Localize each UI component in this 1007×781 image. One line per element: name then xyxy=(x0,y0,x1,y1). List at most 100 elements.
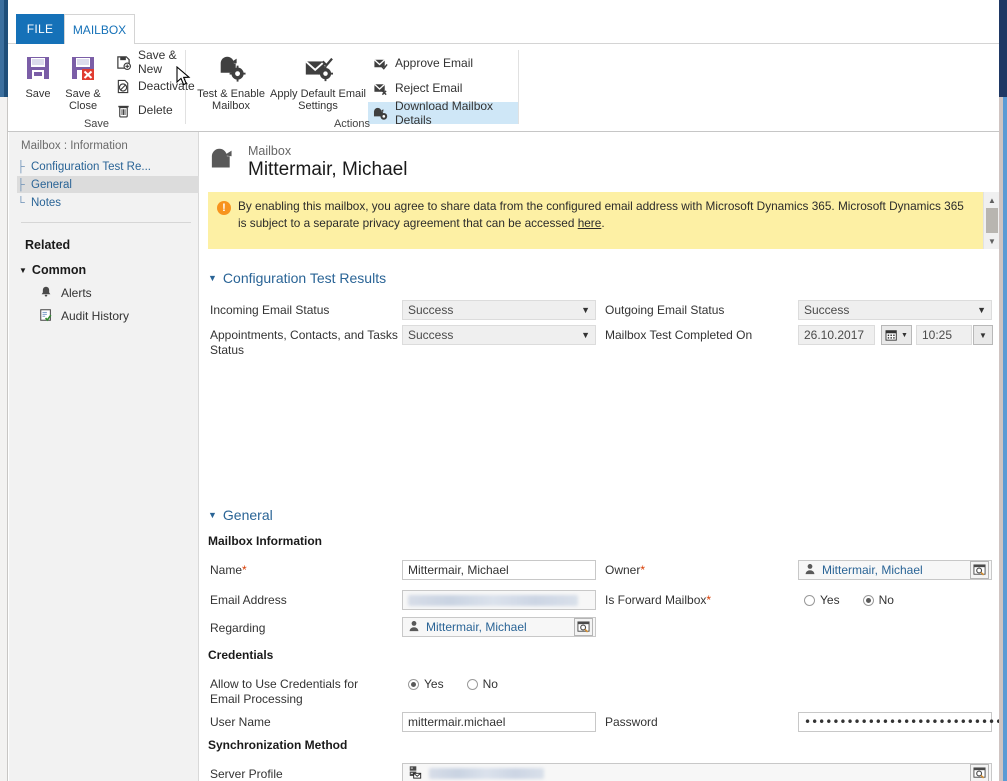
section-header-general[interactable]: ▼ General xyxy=(208,507,273,523)
tab-file-label: FILE xyxy=(26,22,54,36)
sidebar-item-alerts[interactable]: Alerts xyxy=(39,284,92,302)
sidebar-item-audit-history[interactable]: Audit History xyxy=(39,307,129,325)
radio-yes-icon[interactable] xyxy=(804,594,815,606)
label-owner-text: Owner xyxy=(605,563,641,577)
floppy-disk-close-icon xyxy=(68,48,98,88)
sidebar-item-configuration-test-results[interactable]: ├ Configuration Test Re... xyxy=(17,158,199,175)
time-picker-button[interactable]: ▼ xyxy=(973,325,993,345)
save-and-new-button[interactable]: Save & New xyxy=(111,48,185,76)
label-allow-credentials: Allow to Use Credentials for Email Proce… xyxy=(210,677,359,706)
label-password: Password xyxy=(605,715,658,729)
label-incoming-email-status: Incoming Email Status xyxy=(210,303,330,317)
save-button[interactable]: Save xyxy=(16,48,60,100)
user-name-input[interactable]: mittermair.michael xyxy=(402,712,596,732)
ribbon-group-separator-2 xyxy=(518,50,519,124)
banner-scrollbar[interactable]: ▲ ▼ xyxy=(983,192,999,249)
label-user-name: User Name xyxy=(210,715,271,729)
is-forward-mailbox-radio-group[interactable]: Yes No xyxy=(804,593,910,607)
related-section-header: Related xyxy=(25,238,71,252)
scroll-down-arrow-icon[interactable]: ▼ xyxy=(984,233,999,249)
label-owner: Owner* xyxy=(605,563,645,578)
envelope-check-icon xyxy=(372,55,389,72)
sidebar-item-general[interactable]: ├ General xyxy=(17,176,199,193)
allow-credentials-radio-group[interactable]: Yes No xyxy=(408,677,514,691)
trash-icon xyxy=(115,102,132,119)
expand-caret-icon: ▼ xyxy=(19,265,27,275)
label-regarding: Regarding xyxy=(210,621,266,635)
mailbox-gear-icon xyxy=(215,48,247,88)
tree-branch-icon: ├ xyxy=(17,160,25,173)
outgoing-email-status-dropdown[interactable]: Success ▼ xyxy=(798,300,992,320)
scrollbar-thumb[interactable] xyxy=(986,208,998,234)
record-header: Mailbox Mittermair, Michael xyxy=(200,132,999,189)
scroll-up-arrow-icon[interactable]: ▲ xyxy=(984,192,999,208)
navigation-divider xyxy=(21,222,191,223)
incoming-email-status-dropdown[interactable]: Success ▼ xyxy=(402,300,596,320)
mailbox-test-completed-date-value: 26.10.2017 xyxy=(804,328,865,342)
user-name-value: mittermair.michael xyxy=(408,715,506,729)
tab-mailbox[interactable]: MAILBOX xyxy=(64,14,135,44)
owner-lookup-field[interactable]: Mittermair, Michael xyxy=(798,560,992,580)
server-profile-lookup-field[interactable] xyxy=(402,763,992,781)
label-server-profile: Server Profile xyxy=(210,767,283,781)
sidebar-item-notes[interactable]: └ Notes xyxy=(17,194,199,211)
mailbox-icon xyxy=(209,145,241,180)
radio-yes-icon[interactable] xyxy=(408,678,419,690)
command-ribbon: FILE MAILBOX Save Save & Close Save & Ne… xyxy=(8,14,999,132)
lookup-icon xyxy=(973,563,986,575)
apply-default-email-settings-button[interactable]: Apply Default Email Settings xyxy=(270,48,366,112)
radio-no-icon[interactable] xyxy=(466,678,478,690)
ribbon-group-save-label: Save xyxy=(83,118,110,130)
tab-file[interactable]: FILE xyxy=(16,14,64,44)
required-asterisk: * xyxy=(242,563,247,577)
subheader-synchronization-method: Synchronization Method xyxy=(208,738,348,752)
approve-email-button[interactable]: Approve Email xyxy=(368,52,477,74)
envelope-x-icon xyxy=(372,80,389,97)
is-forward-mailbox-option-yes[interactable]: Yes xyxy=(804,593,840,607)
regarding-lookup-field[interactable]: Mittermair, Michael xyxy=(402,617,596,637)
redacted-email-value xyxy=(408,594,578,606)
radio-no-icon[interactable] xyxy=(862,594,874,606)
common-group-header[interactable]: ▼ Common xyxy=(19,263,86,277)
section-header-configuration-test-results[interactable]: ▼ Configuration Test Results xyxy=(208,270,386,286)
appointments-contacts-tasks-status-dropdown[interactable]: Success ▼ xyxy=(402,325,596,345)
owner-lookup-button[interactable] xyxy=(970,561,989,579)
label-name: Name* xyxy=(210,563,247,578)
allow-credentials-option-no[interactable]: No xyxy=(466,677,498,691)
label-outgoing-email-status: Outgoing Email Status xyxy=(605,303,725,317)
regarding-value[interactable]: Mittermair, Michael xyxy=(426,620,527,634)
floppy-disk-icon xyxy=(23,48,53,88)
bell-icon xyxy=(39,285,53,302)
sidebar-item-audit-history-label: Audit History xyxy=(61,309,130,323)
privacy-agreement-link[interactable]: here xyxy=(578,216,602,230)
label-is-forward-mailbox-text: Is Forward Mailbox xyxy=(605,593,707,607)
allow-credentials-no-label: No xyxy=(482,677,498,691)
password-input[interactable]: •••••••••••••••••••••••••••• xyxy=(798,712,999,732)
test-and-enable-mailbox-button[interactable]: Test & Enable Mailbox xyxy=(194,48,268,112)
label-email-address: Email Address xyxy=(210,593,287,607)
email-address-input[interactable] xyxy=(402,590,596,610)
appointments-contacts-tasks-status-value: Success xyxy=(408,328,454,342)
reject-email-button[interactable]: Reject Email xyxy=(368,77,466,99)
name-input[interactable]: Mittermair, Michael xyxy=(402,560,596,580)
calendar-picker-button[interactable]: ▼ xyxy=(881,325,912,345)
allow-credentials-option-yes[interactable]: Yes xyxy=(408,677,444,691)
label-name-text: Name xyxy=(210,563,243,577)
application-window: FILE MAILBOX Save Save & Close Save & Ne… xyxy=(0,0,1007,781)
save-and-close-button[interactable]: Save & Close xyxy=(60,48,106,112)
apply-default-email-settings-label-line2: Settings xyxy=(298,100,338,112)
mailbox-test-completed-time[interactable]: 10:25 xyxy=(916,325,972,345)
page-title: Mittermair, Michael xyxy=(248,159,408,180)
mailbox-test-completed-time-value: 10:25 xyxy=(922,328,953,342)
sidebar-item-alerts-label: Alerts xyxy=(61,286,92,300)
server-profile-lookup-button[interactable] xyxy=(970,764,989,781)
owner-value[interactable]: Mittermair, Michael xyxy=(822,563,923,577)
regarding-lookup-button[interactable] xyxy=(574,618,593,636)
mailbox-test-completed-date[interactable]: 26.10.2017 xyxy=(798,325,875,345)
reject-email-label: Reject Email xyxy=(395,81,463,95)
save-and-new-label: Save & New xyxy=(138,48,177,76)
chevron-down-icon: ▼ xyxy=(979,330,987,340)
save-and-close-label-line1: Save & xyxy=(65,88,101,100)
sidebar-item-configuration-test-results-label: Configuration Test Re... xyxy=(31,160,151,173)
is-forward-mailbox-option-no[interactable]: No xyxy=(862,593,894,607)
